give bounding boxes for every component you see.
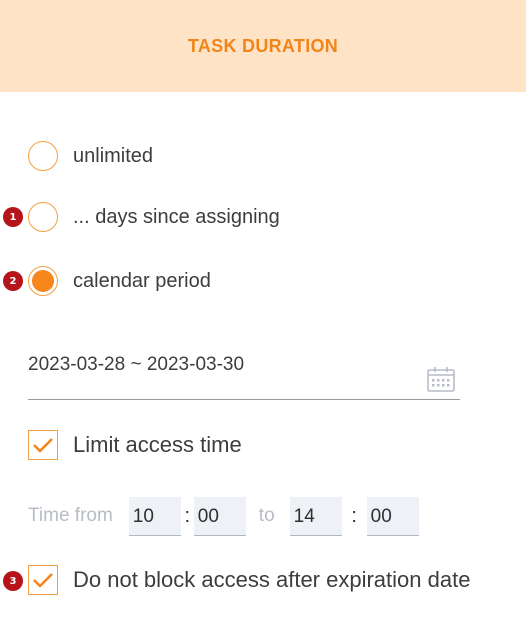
step-badge-2: 2 — [3, 271, 23, 291]
page-title: TASK DURATION — [187, 35, 339, 56]
limit-access-time-checkbox[interactable] — [28, 430, 58, 460]
option-calendar-period[interactable]: calendar period — [28, 265, 211, 297]
checkmark-icon — [33, 573, 53, 588]
unlimited-radio[interactable] — [28, 141, 58, 171]
days-since-assigning-radio[interactable] — [28, 202, 58, 232]
to-minute-input[interactable]: 00 — [366, 496, 419, 536]
header: TASK DURATION — [0, 0, 526, 92]
time-separator: : — [351, 504, 357, 527]
from-hour-input[interactable]: 10 — [128, 496, 181, 536]
calendar-period-label: calendar period — [73, 269, 211, 292]
option-days-since-assigning[interactable]: ... days since assigning — [28, 201, 280, 233]
to-hour-input[interactable]: 14 — [289, 496, 342, 536]
calendar-icon[interactable] — [427, 366, 455, 392]
time-range: Time from 10 : 00 to 14 : 00 — [28, 496, 419, 536]
limit-access-time-option[interactable]: Limit access time — [28, 430, 242, 460]
no-block-access-checkbox[interactable] — [28, 565, 58, 595]
option-unlimited[interactable]: unlimited — [28, 140, 153, 172]
no-block-access-option[interactable]: Do not block access after expiration dat… — [28, 565, 470, 595]
step-badge-3: 3 — [3, 571, 23, 591]
checkmark-icon — [33, 438, 53, 453]
unlimited-label: unlimited — [73, 144, 154, 167]
time-to-label: to — [258, 505, 275, 526]
limit-access-time-label: Limit access time — [73, 432, 242, 457]
date-range-value: 2023-03-28 ~ 2023-03-30 — [28, 354, 245, 375]
time-separator: : — [184, 504, 191, 527]
no-block-access-label: Do not block access after expiration dat… — [73, 567, 471, 592]
date-range-field[interactable]: 2023-03-28 ~ 2023-03-30 — [28, 348, 460, 400]
time-from-label: Time from — [28, 505, 113, 526]
days-since-assigning-label: ... days since assigning — [73, 205, 280, 228]
from-minute-input[interactable]: 00 — [193, 496, 246, 536]
calendar-period-radio[interactable] — [28, 266, 58, 296]
step-badge-1: 1 — [3, 207, 23, 227]
